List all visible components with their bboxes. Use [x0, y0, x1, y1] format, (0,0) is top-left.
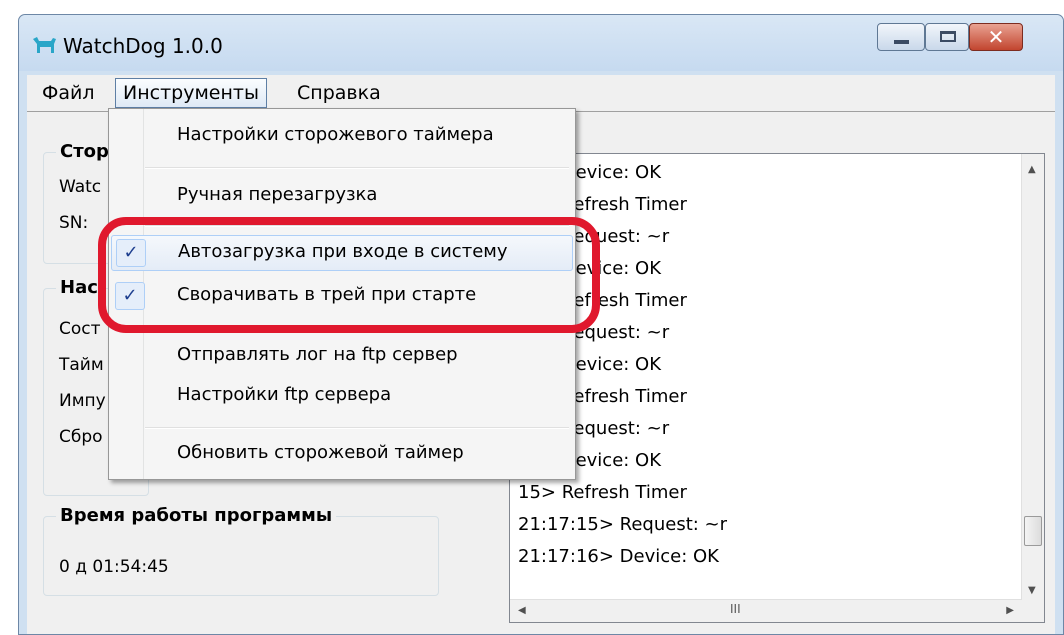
uptime-group-title: Время работы программы [56, 505, 337, 526]
menu-item-label: Настройки ftp сервера [177, 384, 392, 405]
minimize-icon [894, 40, 909, 44]
vertical-scroll-thumb[interactable] [1024, 516, 1042, 546]
state-row: Сост [59, 319, 101, 339]
menu-item-label: Настройки сторожевого таймера [177, 124, 494, 145]
menu-item-label: Отправлять лог на ftp сервер [177, 344, 458, 365]
maximize-button[interactable] [925, 23, 969, 51]
menu-file[interactable]: Файл [35, 78, 102, 108]
log-line: 21:17:16> Device: OK [518, 546, 719, 567]
close-icon: ✕ [987, 25, 1005, 49]
device-row: Watc [59, 177, 102, 197]
menu-help[interactable]: Справка [290, 78, 388, 108]
device-group-title: Стор [56, 141, 113, 162]
window-title: WatchDog 1.0.0 [63, 34, 223, 58]
scroll-up-icon[interactable]: ▲ [1028, 164, 1036, 175]
reset-row: Сбро [59, 427, 103, 447]
horizontal-scrollbar[interactable]: ◀ III ▶ [510, 599, 1022, 622]
vertical-scrollbar[interactable]: ▲ ▼ [1021, 154, 1044, 600]
highlight-annotation-ring [98, 217, 600, 333]
menu-item-send-log-ftp[interactable]: Отправлять лог на ftp сервер [111, 339, 573, 375]
maximize-icon [940, 31, 956, 42]
log-line: 15> Refresh Timer [518, 482, 687, 503]
minimize-button[interactable] [877, 23, 925, 51]
uptime-value: 0 д 01:54:45 [59, 557, 169, 577]
menu-separator [145, 167, 569, 169]
scroll-corner [1022, 600, 1044, 622]
menu-bar: Файл Инструменты Справка [27, 75, 1055, 111]
serial-row: SN: [59, 213, 89, 233]
settings-group-title: Нас [56, 277, 102, 298]
menu-item-label: Ручная перезагрузка [177, 184, 378, 205]
menu-separator [145, 427, 569, 429]
menu-item-manual-reboot[interactable]: Ручная перезагрузка [111, 179, 573, 215]
uptime-group: Время работы программы 0 д 01:54:45 [43, 505, 439, 596]
close-button[interactable]: ✕ [969, 23, 1023, 51]
menu-item-update-watchdog[interactable]: Обновить сторожевой таймер [111, 437, 573, 473]
timer-row: Тайм [59, 355, 104, 375]
scroll-left-icon[interactable]: ◀ [518, 605, 526, 616]
pulse-row: Импу [59, 391, 106, 411]
dog-app-icon [33, 37, 56, 53]
scroll-down-icon[interactable]: ▼ [1028, 585, 1036, 596]
horizontal-scroll-grip[interactable]: III [730, 602, 741, 616]
title-bar[interactable]: WatchDog 1.0.0 ✕ [19, 15, 1063, 71]
menu-item-ftp-settings[interactable]: Настройки ftp сервера [111, 379, 573, 415]
log-line: 21:17:15> Request: ~r [518, 514, 728, 535]
menu-item-watchdog-settings[interactable]: Настройки сторожевого таймера [111, 119, 573, 155]
menu-tools[interactable]: Инструменты [115, 78, 267, 108]
scroll-right-icon[interactable]: ▶ [1006, 605, 1014, 616]
menu-item-label: Обновить сторожевой таймер [177, 442, 464, 463]
